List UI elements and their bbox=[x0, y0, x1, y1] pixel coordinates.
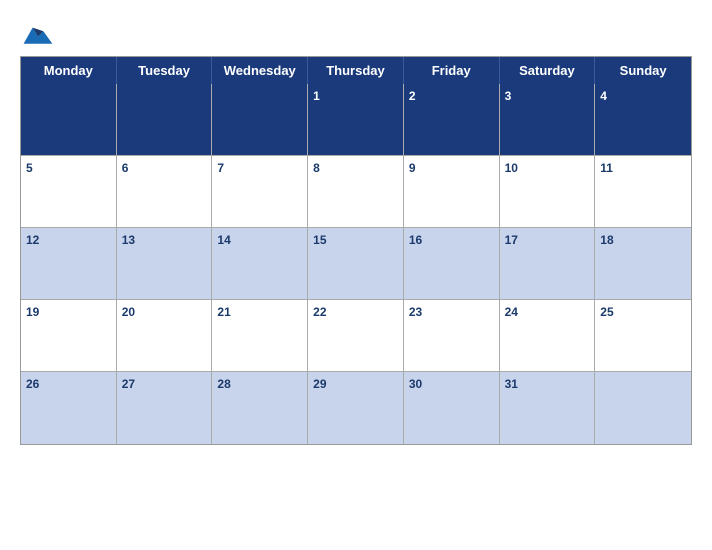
cal-cell: 5 bbox=[21, 156, 117, 228]
date-number: 12 bbox=[26, 233, 39, 247]
day-header-sunday: Sunday bbox=[595, 57, 691, 84]
date-number: 9 bbox=[409, 161, 416, 175]
date-number: 2 bbox=[409, 89, 416, 103]
cal-cell: 20 bbox=[117, 300, 213, 372]
date-number: 14 bbox=[217, 233, 230, 247]
cal-cell: 10 bbox=[500, 156, 596, 228]
date-number: 11 bbox=[600, 161, 613, 175]
cal-cell: 9 bbox=[404, 156, 500, 228]
cal-cell: 21 bbox=[212, 300, 308, 372]
cal-cell: 25 bbox=[595, 300, 691, 372]
cal-cell: 26 bbox=[21, 372, 117, 444]
cal-cell: 17 bbox=[500, 228, 596, 300]
cal-cell: 14 bbox=[212, 228, 308, 300]
cal-cell bbox=[21, 84, 117, 156]
day-header-tuesday: Tuesday bbox=[117, 57, 213, 84]
date-number: 29 bbox=[313, 377, 326, 391]
date-number: 15 bbox=[313, 233, 326, 247]
calendar-grid: 1234567891011121314151617181920212223242… bbox=[21, 84, 691, 444]
date-number: 7 bbox=[217, 161, 224, 175]
date-number: 10 bbox=[505, 161, 518, 175]
date-number: 26 bbox=[26, 377, 39, 391]
cal-cell: 24 bbox=[500, 300, 596, 372]
cal-cell: 18 bbox=[595, 228, 691, 300]
date-number: 23 bbox=[409, 305, 422, 319]
date-number: 1 bbox=[313, 89, 320, 103]
day-header-wednesday: Wednesday bbox=[212, 57, 308, 84]
date-number: 4 bbox=[600, 89, 607, 103]
cal-cell: 4 bbox=[595, 84, 691, 156]
cal-cell: 3 bbox=[500, 84, 596, 156]
cal-cell: 2 bbox=[404, 84, 500, 156]
date-number: 18 bbox=[600, 233, 613, 247]
cal-cell: 1 bbox=[308, 84, 404, 156]
cal-cell: 13 bbox=[117, 228, 213, 300]
calendar: MondayTuesdayWednesdayThursdayFridaySatu… bbox=[20, 56, 692, 445]
cal-cell: 23 bbox=[404, 300, 500, 372]
date-number: 6 bbox=[122, 161, 129, 175]
date-number: 30 bbox=[409, 377, 422, 391]
date-number: 17 bbox=[505, 233, 518, 247]
date-number: 13 bbox=[122, 233, 135, 247]
day-header-monday: Monday bbox=[21, 57, 117, 84]
date-number: 20 bbox=[122, 305, 135, 319]
date-number: 5 bbox=[26, 161, 33, 175]
cal-cell bbox=[117, 84, 213, 156]
cal-cell: 15 bbox=[308, 228, 404, 300]
logo-icon bbox=[20, 18, 56, 48]
date-number: 28 bbox=[217, 377, 230, 391]
cal-cell: 27 bbox=[117, 372, 213, 444]
date-number: 22 bbox=[313, 305, 326, 319]
date-number: 31 bbox=[505, 377, 518, 391]
cal-cell: 7 bbox=[212, 156, 308, 228]
cal-cell: 8 bbox=[308, 156, 404, 228]
cal-cell: 29 bbox=[308, 372, 404, 444]
cal-cell: 16 bbox=[404, 228, 500, 300]
date-number: 25 bbox=[600, 305, 613, 319]
date-number: 27 bbox=[122, 377, 135, 391]
date-number: 19 bbox=[26, 305, 39, 319]
date-number: 16 bbox=[409, 233, 422, 247]
calendar-header bbox=[20, 10, 692, 52]
date-number: 24 bbox=[505, 305, 518, 319]
cal-cell: 30 bbox=[404, 372, 500, 444]
cal-cell: 31 bbox=[500, 372, 596, 444]
cal-cell: 28 bbox=[212, 372, 308, 444]
cal-cell bbox=[595, 372, 691, 444]
day-header-saturday: Saturday bbox=[500, 57, 596, 84]
day-headers: MondayTuesdayWednesdayThursdayFridaySatu… bbox=[21, 57, 691, 84]
cal-cell: 6 bbox=[117, 156, 213, 228]
logo bbox=[20, 18, 60, 48]
cal-cell: 19 bbox=[21, 300, 117, 372]
cal-cell bbox=[212, 84, 308, 156]
day-header-friday: Friday bbox=[404, 57, 500, 84]
cal-cell: 12 bbox=[21, 228, 117, 300]
cal-cell: 22 bbox=[308, 300, 404, 372]
day-header-thursday: Thursday bbox=[308, 57, 404, 84]
date-number: 3 bbox=[505, 89, 512, 103]
date-number: 21 bbox=[217, 305, 230, 319]
cal-cell: 11 bbox=[595, 156, 691, 228]
date-number: 8 bbox=[313, 161, 320, 175]
